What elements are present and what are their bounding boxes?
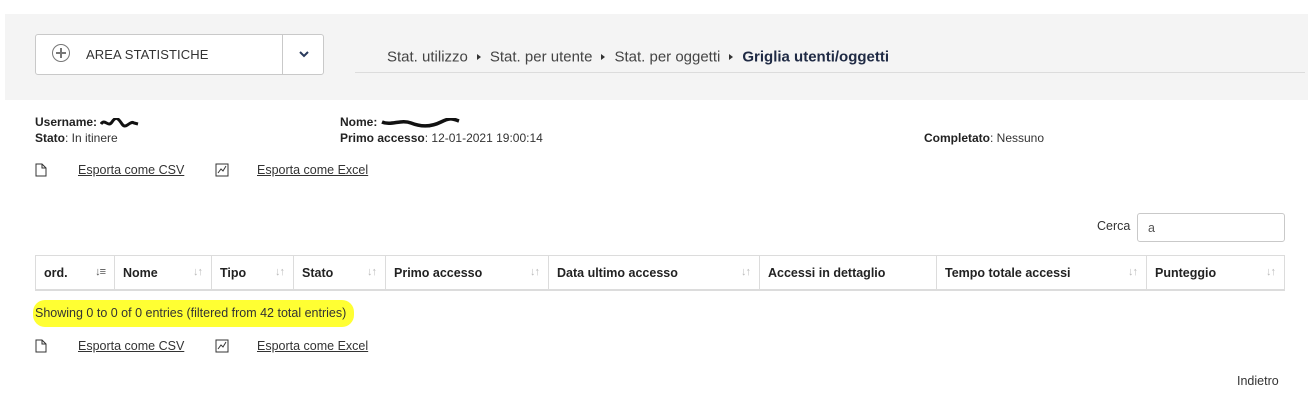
breadcrumb: Stat. utilizzo Stat. per utente Stat. per … xyxy=(355,35,1305,73)
export-excel-link[interactable]: Esporta come Excel xyxy=(257,163,368,177)
chart-image-icon xyxy=(215,339,229,353)
dropdown-divider xyxy=(282,35,283,74)
sort-icon: ↓↑ xyxy=(530,266,540,278)
file-icon xyxy=(35,339,47,353)
primo-accesso-value: 12-01-2021 19:00:14 xyxy=(431,131,543,145)
chart-image-icon xyxy=(215,163,229,177)
column-header-accessi-in-dettaglio: Accessi in dettaglio xyxy=(760,256,937,290)
breadcrumb-item-stat-per-oggetti[interactable]: Stat. per oggetti xyxy=(614,49,720,66)
export-row-bottom: Esporta come CSV Esporta come Excel xyxy=(35,339,435,357)
stato-label: Stato xyxy=(35,131,65,145)
sort-icon: ↓↑ xyxy=(193,266,203,278)
export-csv-link[interactable]: Esporta come CSV xyxy=(78,339,184,353)
caret-right-icon xyxy=(601,54,606,61)
stato-field: Stato: In itinere xyxy=(35,131,118,145)
column-header-tipo[interactable]: Tipo ↓↑ xyxy=(212,256,294,290)
search-input[interactable] xyxy=(1137,213,1285,242)
area-statistiche-dropdown[interactable]: AREA STATISTICHE xyxy=(35,34,324,75)
completato-value: Nessuno xyxy=(996,131,1045,145)
breadcrumb-item-stat-per-utente[interactable]: Stat. per utente xyxy=(490,49,593,66)
area-select-label: AREA STATISTICHE xyxy=(86,47,209,62)
nome-field: Nome: xyxy=(340,115,461,129)
primo-accesso-field: Primo accesso: 12-01-2021 19:00:14 xyxy=(340,131,543,145)
back-link[interactable]: Indietro xyxy=(1237,374,1279,388)
caret-right-icon xyxy=(729,54,734,61)
export-row-top: Esporta come CSV Esporta come Excel xyxy=(35,163,435,181)
redacted-scribble xyxy=(100,117,139,128)
sort-asc-icon: ↓≡ xyxy=(95,266,106,278)
export-csv-link[interactable]: Esporta come CSV xyxy=(78,163,184,177)
sort-icon: ↓↑ xyxy=(741,266,751,278)
breadcrumb-current: Griglia utenti/oggetti xyxy=(742,48,890,66)
column-header-stato[interactable]: Stato ↓↑ xyxy=(294,256,386,290)
sort-icon: ↓↑ xyxy=(275,266,285,278)
username-field: Username: xyxy=(35,115,140,129)
column-header-ord[interactable]: ord. ↓≡ xyxy=(36,256,115,290)
sort-icon: ↓↑ xyxy=(367,266,377,278)
export-excel-link[interactable]: Esporta come Excel xyxy=(257,339,368,353)
column-header-tempo-totale-accessi[interactable]: Tempo totale accessi ↓↑ xyxy=(937,256,1147,290)
data-table-header: ord. ↓≡ Nome ↓↑ Tipo ↓↑ Stato ↓↑ Primo a… xyxy=(35,255,1285,291)
column-header-primo-accesso[interactable]: Primo accesso ↓↑ xyxy=(386,256,549,290)
chevron-down-icon[interactable] xyxy=(298,48,310,60)
file-icon xyxy=(35,163,47,177)
table-entries-info: Showing 0 to 0 of 0 entries (filtered fr… xyxy=(33,300,355,327)
sort-icon: ↓↑ xyxy=(1128,266,1138,278)
primo-accesso-label: Primo accesso xyxy=(340,131,425,145)
column-header-punteggio[interactable]: Punteggio ↓↑ xyxy=(1147,256,1284,290)
breadcrumb-item-stat-utilizzo[interactable]: Stat. utilizzo xyxy=(387,49,468,66)
plus-circle-icon xyxy=(52,44,70,62)
nome-label: Nome xyxy=(340,115,374,129)
sort-icon: ↓↑ xyxy=(1266,266,1276,278)
completato-field: Completato: Nessuno xyxy=(924,131,1045,145)
column-header-nome[interactable]: Nome ↓↑ xyxy=(115,256,212,290)
username-label: Username xyxy=(35,115,94,129)
completato-label: Completato xyxy=(924,131,990,145)
stato-value: In itinere xyxy=(71,131,118,145)
caret-right-icon xyxy=(476,54,481,61)
redacted-scribble xyxy=(380,117,460,128)
column-header-data-ultimo-accesso[interactable]: Data ultimo accesso ↓↑ xyxy=(549,256,760,290)
search-label: Cerca xyxy=(1097,219,1131,233)
